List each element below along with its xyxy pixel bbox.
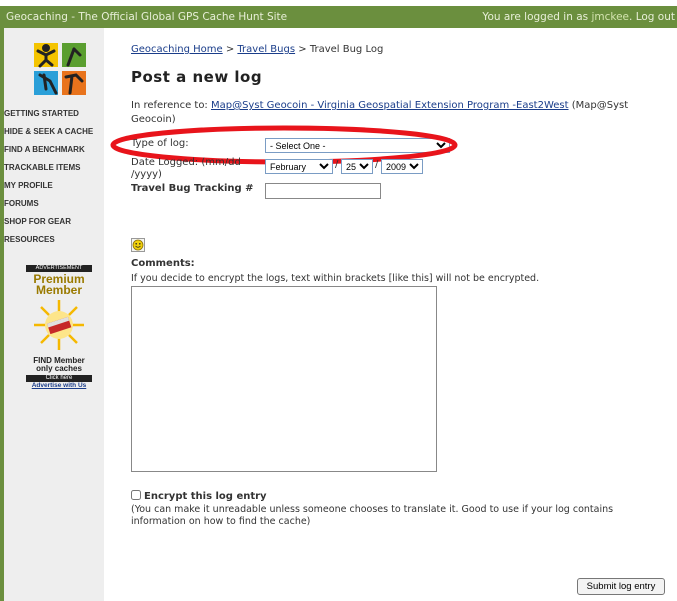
smiley-icon <box>132 239 144 251</box>
date-label: Date Logged: (mm/dd /yyyy) <box>131 157 241 180</box>
breadcrumb-current: Travel Bug Log <box>309 44 384 55</box>
breadcrumb-sep: > <box>222 44 238 55</box>
sidebar-item-forums[interactable]: FORUMS <box>0 195 104 213</box>
sidebar-item-shop[interactable]: SHOP FOR GEAR <box>0 213 104 231</box>
date-slash: / <box>375 159 379 170</box>
login-status: You are logged in as jmckee. Log out <box>482 11 675 23</box>
geocaching-logo[interactable] <box>32 41 88 97</box>
comments-hint: If you decide to encrypt the logs, text … <box>131 273 540 284</box>
sidebar-nav: GETTING STARTED HIDE & SEEK A CACHE FIND… <box>0 105 104 249</box>
breadcrumb-sep: > <box>295 44 310 55</box>
advertise-link[interactable]: Advertise with Us <box>26 382 92 389</box>
treasure-chest-icon <box>34 300 84 350</box>
premium-ad[interactable]: ADVERTISEMENT Premium Member FIND Member… <box>26 265 92 389</box>
ad-click-here[interactable]: Click here <box>26 375 92 382</box>
tracking-number-input[interactable] <box>265 183 381 199</box>
reference-link[interactable]: Map@Syst Geocoin - Virginia Geospatial E… <box>211 100 569 111</box>
month-select[interactable]: February <box>265 159 333 174</box>
logout-link[interactable]: Log out <box>636 11 675 23</box>
top-banner: Geocaching - The Official Global GPS Cac… <box>0 0 677 28</box>
encrypt-label: Encrypt this log entry <box>144 491 267 502</box>
breadcrumb: Geocaching Home > Travel Bugs > Travel B… <box>131 44 383 55</box>
submit-log-button[interactable]: Submit log entry <box>577 578 665 595</box>
year-select[interactable]: 2009 <box>381 159 423 174</box>
breadcrumb-travel-bugs[interactable]: Travel Bugs <box>237 44 295 55</box>
date-slash: / <box>335 159 339 170</box>
encrypt-checkbox[interactable] <box>131 490 141 500</box>
comments-label: Comments: <box>131 258 195 269</box>
sidebar-item-hide-seek[interactable]: HIDE & SEEK A CACHE <box>0 123 104 141</box>
tracking-label: Travel Bug Tracking # <box>131 183 254 194</box>
encrypt-hint: (You can make it unreadable unless someo… <box>131 504 614 527</box>
sidebar-item-resources[interactable]: RESOURCES <box>0 231 104 249</box>
breadcrumb-home[interactable]: Geocaching Home <box>131 44 223 55</box>
reference-prefix: In reference to: <box>131 100 211 111</box>
sidebar: GETTING STARTED HIDE & SEEK A CACHE FIND… <box>4 28 104 601</box>
sidebar-item-benchmark[interactable]: FIND A BENCHMARK <box>0 141 104 159</box>
sidebar-item-profile[interactable]: MY PROFILE <box>0 177 104 195</box>
page-title: Post a new log <box>131 68 263 86</box>
username-link[interactable]: jmckee <box>591 11 629 23</box>
sidebar-item-getting-started[interactable]: GETTING STARTED <box>0 105 104 123</box>
ad-find-text: FIND Member only caches <box>33 356 85 373</box>
sidebar-item-trackable[interactable]: TRACKABLE ITEMS <box>0 159 104 177</box>
ad-premium-text: Premium Member <box>33 272 85 297</box>
smiley-button[interactable] <box>131 238 145 252</box>
site-title: Geocaching - The Official Global GPS Cac… <box>6 11 288 23</box>
ad-label: ADVERTISEMENT <box>26 265 92 272</box>
login-prefix: You are logged in as <box>482 11 592 23</box>
comments-textarea[interactable] <box>131 286 437 472</box>
day-select[interactable]: 25 <box>341 159 373 174</box>
encrypt-row: Encrypt this log entry <box>131 490 267 502</box>
